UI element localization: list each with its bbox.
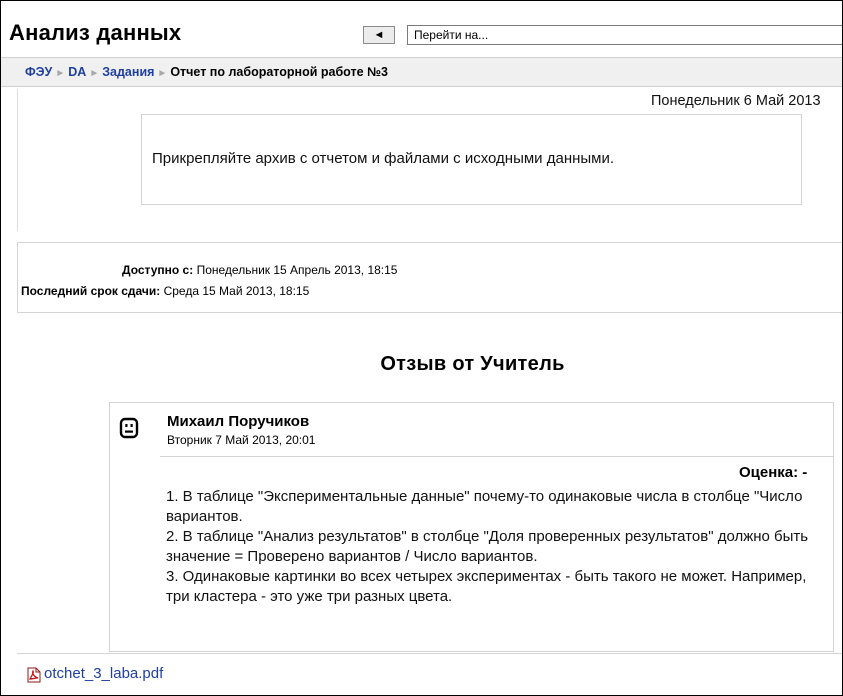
pdf-icon	[27, 667, 41, 683]
breadcrumb-separator-icon: ►	[55, 68, 66, 79]
comment-line: 2. В таблице "Анализ результатов" в стол…	[166, 528, 809, 565]
breadcrumb: ФЭУ ► DA ► Задания ► Отчет по лабораторной раб…	[1, 57, 842, 87]
page-title: Анализ данных	[9, 20, 182, 45]
breadcrumb-separator-icon: ►	[157, 68, 168, 79]
breadcrumb-link-course-category[interactable]: ФЭУ	[25, 65, 52, 79]
page-header: Анализ данных ◄ Перейти на...	[1, 1, 842, 57]
teacher-name: Михаил Поручиков	[167, 413, 310, 430]
breadcrumb-current: Отчет по лабораторной работе №3	[170, 65, 388, 79]
available-from-value: Понедельник 15 Апрель 2013, 18:15	[196, 263, 398, 277]
page-frame: Анализ данных ◄ Перейти на... ФЭУ ► DA ► Зад…	[0, 0, 843, 696]
grade-value: Оценка: -	[739, 464, 808, 481]
assignment-dates-box	[17, 242, 842, 313]
breadcrumb-link-assignments[interactable]: Задания	[102, 65, 154, 79]
due-date-label: Последний срок сдачи:	[21, 284, 161, 298]
due-date-row: Последний срок сдачи: Среда 15 Май 2013,…	[21, 284, 309, 298]
assignment-date: Понедельник 6 Май 2013	[651, 93, 821, 109]
comment-line: 3. Одинаковые картинки во всех четырех э…	[166, 568, 807, 605]
avatar-icon	[119, 417, 139, 439]
feedback-date: Вторник 7 Май 2013, 20:01	[167, 433, 316, 447]
feedback-divider	[160, 456, 834, 457]
previous-activity-button[interactable]: ◄	[363, 26, 395, 44]
attachment-link[interactable]: otchet_3_laba.pdf	[44, 665, 163, 682]
feedback-heading: Отзыв от Учитель	[380, 353, 565, 375]
comment-line: 1. В таблице "Экспериментальные данные" …	[166, 488, 803, 525]
breadcrumb-separator-icon: ►	[89, 68, 100, 79]
due-date-value: Среда 15 Май 2013, 18:15	[163, 284, 310, 298]
jump-to-select[interactable]: Перейти на...	[407, 25, 842, 45]
available-from-row: Доступно с: Понедельник 15 Апрель 2013, …	[122, 263, 397, 277]
feedback-comment: 1. В таблице "Экспериментальные данные" …	[166, 487, 826, 607]
assignment-description: Прикрепляйте архив с отчетом и файлами с…	[152, 150, 615, 167]
available-from-label: Доступно с:	[122, 263, 194, 277]
attachment-divider	[17, 653, 842, 654]
breadcrumb-link-course[interactable]: DA	[68, 65, 86, 79]
